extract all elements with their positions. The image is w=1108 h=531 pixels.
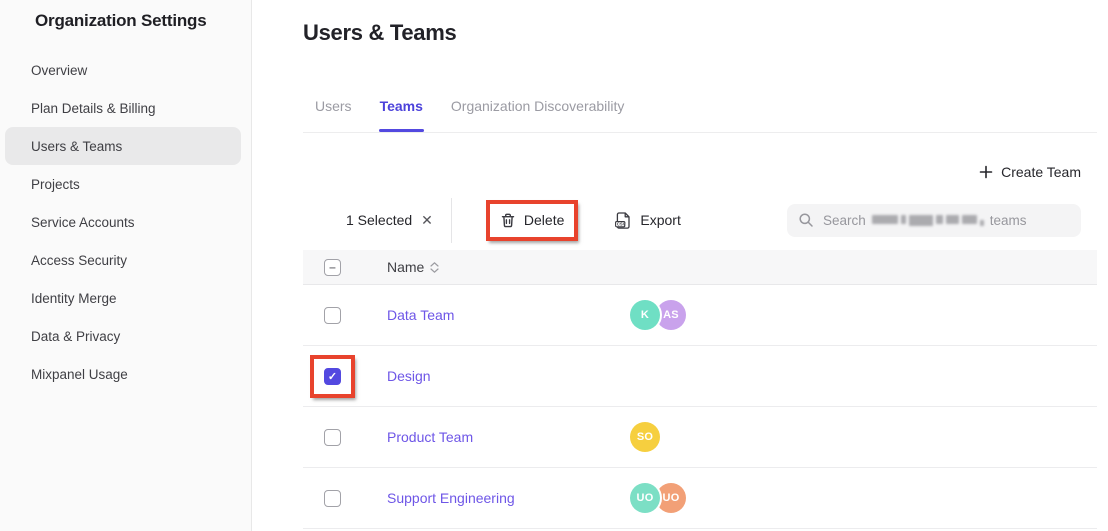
- redacted-text: [872, 215, 984, 226]
- page-title: Users & Teams: [303, 20, 456, 46]
- sidebar-nav: Overview Plan Details & Billing Users & …: [5, 51, 241, 393]
- member-avatars: UO UO: [630, 483, 686, 513]
- selected-count-chip: 1 Selected ✕: [346, 212, 433, 229]
- name-column-header[interactable]: Name: [387, 259, 439, 275]
- svg-text:CSV: CSV: [617, 221, 626, 226]
- delete-button[interactable]: Delete: [490, 204, 574, 237]
- sidebar-item-projects[interactable]: Projects: [5, 165, 241, 203]
- trash-icon: [500, 212, 516, 229]
- avatar: AS: [656, 300, 686, 330]
- sidebar-item-overview[interactable]: Overview: [5, 51, 241, 89]
- settings-sidebar: Organization Settings Overview Plan Deta…: [0, 0, 252, 531]
- row-checkbox-checked[interactable]: ✓: [324, 368, 341, 385]
- tab-teams[interactable]: Teams: [380, 88, 423, 132]
- table-row-data-team: Data Team K AS: [303, 285, 1097, 346]
- clear-selection-icon[interactable]: ✕: [421, 212, 433, 229]
- member-avatars: K AS: [630, 300, 686, 330]
- row-checkbox[interactable]: [324, 429, 341, 446]
- table-row-design: ✓ Design: [303, 346, 1097, 407]
- search-placeholder: Search teams: [823, 213, 1027, 228]
- csv-file-icon: CSV: [614, 211, 632, 230]
- search-input[interactable]: Search teams: [787, 204, 1081, 237]
- avatar: UO: [630, 483, 660, 513]
- sidebar-item-access-security[interactable]: Access Security: [5, 241, 241, 279]
- avatar: SO: [630, 422, 660, 452]
- tab-organization-discoverability[interactable]: Organization Discoverability: [451, 88, 625, 132]
- plus-icon: [979, 165, 993, 179]
- team-name-link[interactable]: Design: [387, 368, 431, 384]
- export-button[interactable]: CSV Export: [604, 203, 690, 238]
- create-team-button[interactable]: Create Team: [979, 164, 1081, 180]
- sidebar-item-service-accounts[interactable]: Service Accounts: [5, 203, 241, 241]
- sidebar-item-data-privacy[interactable]: Data & Privacy: [5, 317, 241, 355]
- sidebar-item-mixpanel-usage[interactable]: Mixpanel Usage: [5, 355, 241, 393]
- teams-table: – Name Data Team K AS: [303, 250, 1097, 529]
- avatar: K: [630, 300, 660, 330]
- team-name-link[interactable]: Support Engineering: [387, 490, 515, 506]
- tab-users[interactable]: Users: [315, 88, 352, 132]
- row-checkbox[interactable]: [324, 490, 341, 507]
- search-icon: [798, 212, 814, 228]
- sidebar-item-identity-merge[interactable]: Identity Merge: [5, 279, 241, 317]
- delete-button-label: Delete: [524, 212, 564, 228]
- sort-icon[interactable]: [430, 262, 439, 273]
- main-content: Users & Teams Users Teams Organization D…: [252, 0, 1108, 531]
- select-all-checkbox[interactable]: –: [324, 259, 341, 276]
- create-team-label: Create Team: [1001, 164, 1081, 180]
- export-button-label: Export: [640, 212, 680, 228]
- table-row-product-team: Product Team SO: [303, 407, 1097, 468]
- sidebar-item-plan-details-billing[interactable]: Plan Details & Billing: [5, 89, 241, 127]
- member-avatars: SO: [630, 422, 660, 452]
- delete-button-highlight-annotation: Delete: [486, 200, 578, 241]
- sidebar-title: Organization Settings: [35, 11, 206, 31]
- team-name-link[interactable]: Data Team: [387, 307, 454, 323]
- avatar: UO: [656, 483, 686, 513]
- toolbar-divider: [451, 198, 452, 243]
- sidebar-item-users-teams[interactable]: Users & Teams: [5, 127, 241, 165]
- row-checkbox[interactable]: [324, 307, 341, 324]
- selection-toolbar: 1 Selected ✕ Delete: [303, 197, 1081, 243]
- tab-bar: Users Teams Organization Discoverability: [303, 88, 1097, 133]
- table-row-support-engineering: Support Engineering UO UO: [303, 468, 1097, 529]
- teams-table-header: – Name: [303, 250, 1097, 285]
- team-name-link[interactable]: Product Team: [387, 429, 473, 445]
- selected-count-label: 1 Selected: [346, 212, 412, 228]
- organization-settings-page: Organization Settings Overview Plan Deta…: [0, 0, 1108, 531]
